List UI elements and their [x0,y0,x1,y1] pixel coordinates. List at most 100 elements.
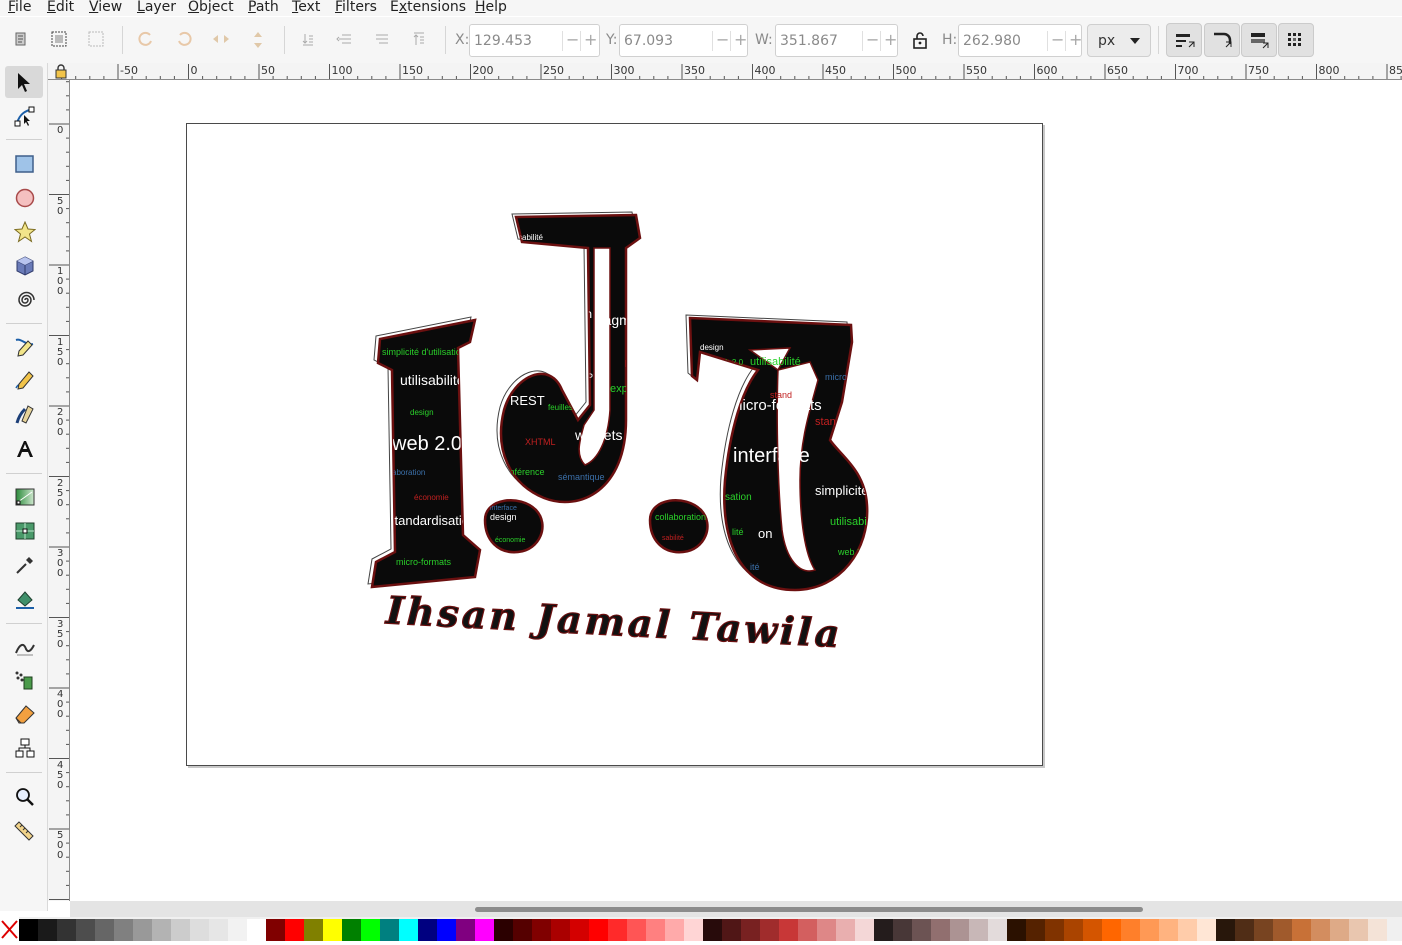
h-input[interactable]: 262.980 − + [958,24,1082,57]
color-swatch[interactable] [589,919,608,941]
color-swatch[interactable] [1102,919,1121,941]
color-swatch[interactable] [1064,919,1083,941]
color-swatch[interactable] [950,919,969,941]
scale-stroke-toggle[interactable] [1166,23,1202,57]
color-swatch[interactable] [1292,919,1311,941]
color-swatch[interactable] [893,919,912,941]
w-field[interactable]: W: 351.867 − + [755,24,898,57]
node-tool[interactable] [5,100,43,132]
color-swatch[interactable] [190,919,209,941]
color-swatch[interactable] [266,919,285,941]
color-swatch[interactable] [19,919,38,941]
color-swatch[interactable] [551,919,570,941]
color-swatch[interactable] [988,919,1007,941]
pencil-tool[interactable] [5,365,43,397]
drawing-canvas[interactable]: simplicité d'utilisation utilisabilité web… [70,80,1402,901]
color-swatch[interactable] [323,919,342,941]
color-swatch[interactable] [1368,919,1387,941]
color-swatch[interactable] [722,919,741,941]
color-swatch[interactable] [399,919,418,941]
eraser-tool[interactable] [5,698,43,730]
color-swatch[interactable] [171,919,190,941]
paint-bucket-tool[interactable] [5,583,43,615]
move-gradients-toggle[interactable] [1241,23,1277,57]
menu-help[interactable]: Help [475,0,507,16]
menu-edit[interactable]: Edit [47,0,74,16]
color-swatch[interactable] [1083,919,1102,941]
color-swatch[interactable] [133,919,152,941]
color-swatch[interactable] [209,919,228,941]
menu-view[interactable]: View [89,0,122,16]
color-swatch[interactable] [703,919,722,941]
color-swatch[interactable] [931,919,950,941]
lower-icon[interactable] [336,30,356,50]
color-swatch[interactable] [627,919,646,941]
units-dropdown[interactable]: px [1087,24,1151,57]
color-swatch[interactable] [1159,919,1178,941]
color-swatch[interactable] [1178,919,1197,941]
color-swatch[interactable] [494,919,513,941]
color-swatch[interactable] [95,919,114,941]
flip-vertical-icon[interactable] [249,30,269,50]
color-swatch[interactable] [1121,919,1140,941]
color-swatch[interactable] [1235,919,1254,941]
color-swatch[interactable] [1273,919,1292,941]
color-swatch[interactable] [152,919,171,941]
y-input[interactable]: 67.093 − + [619,24,748,57]
horizontal-scrollbar[interactable] [70,901,1402,917]
color-swatch[interactable] [228,919,247,941]
color-swatch[interactable] [456,919,475,941]
dropper-tool[interactable] [5,549,43,581]
color-swatch[interactable] [361,919,380,941]
x-field[interactable]: X: 129.453 − + [455,24,600,57]
color-swatch[interactable] [1007,919,1026,941]
color-swatch[interactable] [741,919,760,941]
rotate-ccw-icon[interactable] [137,30,157,50]
spiral-tool[interactable] [5,284,43,316]
no-paint-swatch[interactable] [0,917,19,941]
color-swatch[interactable] [855,919,874,941]
w-increment-button[interactable]: + [884,30,897,49]
guide-lock-icon[interactable] [54,64,68,79]
menu-filters[interactable]: Filters [335,0,377,16]
color-swatch[interactable] [475,919,494,941]
color-swatch[interactable] [380,919,399,941]
gradient-tool[interactable] [5,481,43,513]
color-swatch[interactable] [1026,919,1045,941]
color-swatch[interactable] [1349,919,1368,941]
h-decrement-button[interactable]: − [1051,30,1064,49]
color-swatch[interactable] [798,919,817,941]
color-swatch[interactable] [342,919,361,941]
color-swatch[interactable] [57,919,76,941]
color-swatch[interactable] [779,919,798,941]
menu-object[interactable]: Object [188,0,234,16]
color-swatch[interactable] [1311,919,1330,941]
color-swatch[interactable] [836,919,855,941]
color-swatch[interactable] [437,919,456,941]
h-value[interactable]: 262.980 [963,33,1021,49]
scrollbar-thumb[interactable] [475,907,1143,912]
y-increment-button[interactable]: + [734,30,747,49]
lock-icon[interactable] [911,30,931,50]
select-all-layers-icon[interactable] [50,30,70,50]
w-decrement-button[interactable]: − [866,30,879,49]
artwork[interactable]: simplicité d'utilisation utilisabilité web… [70,80,1402,901]
y-field[interactable]: Y: 67.093 − + [606,24,748,57]
menu-layer[interactable]: Layer [137,0,176,16]
x-value[interactable]: 129.453 [474,33,532,49]
select-all-icon[interactable] [12,30,32,50]
tweak-tool[interactable] [5,630,43,662]
color-swatch[interactable] [684,919,703,941]
vertical-ruler[interactable]: 0 50 100 150 200 250 300 350 400 450 500 [48,80,70,901]
color-swatch[interactable] [760,919,779,941]
zoom-tool[interactable] [5,781,43,813]
color-swatch[interactable] [304,919,323,941]
flip-horizontal-icon[interactable] [211,30,231,50]
color-swatch[interactable] [1140,919,1159,941]
color-swatch[interactable] [532,919,551,941]
connector-tool[interactable] [5,732,43,764]
color-swatch[interactable] [285,919,304,941]
menu-file[interactable]: File [8,0,31,16]
mesh-tool[interactable] [5,515,43,547]
color-swatch[interactable] [817,919,836,941]
